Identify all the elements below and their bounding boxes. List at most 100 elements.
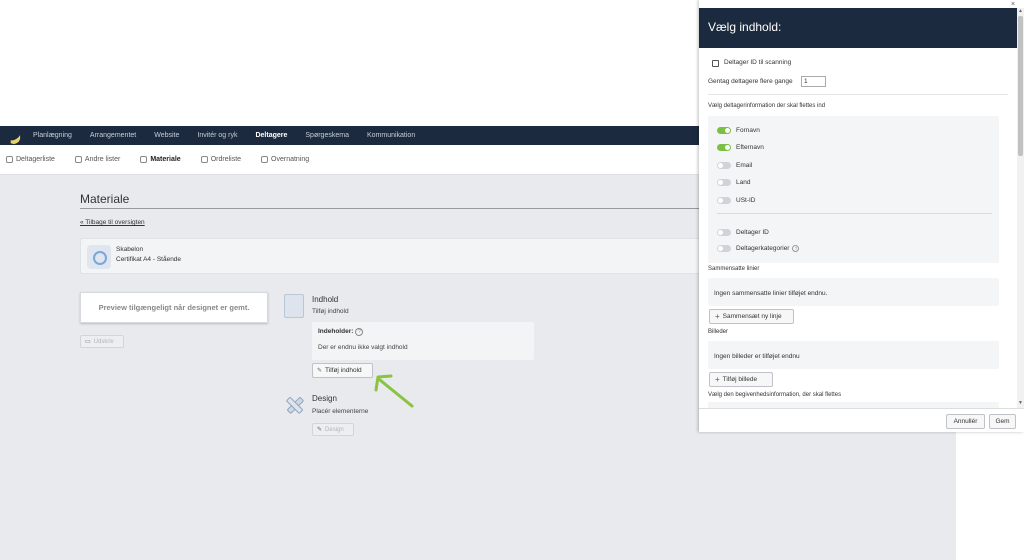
- combine-new-line-button[interactable]: + Sammensæt ny linje: [709, 309, 794, 324]
- plus-icon: +: [715, 312, 720, 321]
- template-box: Skabelon Certifikat A4 - Stående: [80, 238, 700, 274]
- toggle-deltager-id[interactable]: Deltager ID: [717, 226, 769, 238]
- toggle-switch[interactable]: [717, 126, 731, 134]
- nav-arrangementet[interactable]: Arrangementet: [81, 132, 145, 139]
- help-icon[interactable]: ?: [355, 328, 364, 336]
- scroll-down-icon[interactable]: ▼: [1017, 400, 1024, 407]
- template-title: Skabelon: [116, 246, 144, 253]
- nav-website[interactable]: Website: [145, 132, 188, 139]
- add-image-label: Tilføj billede: [722, 376, 758, 383]
- toggle-switch[interactable]: [717, 244, 731, 252]
- toggle-switch[interactable]: [717, 161, 731, 169]
- content-title: Indhold: [312, 295, 339, 304]
- subnav-label: Ordreliste: [210, 156, 242, 163]
- print-button-label: Udskriv: [93, 338, 114, 345]
- toggle-deltagerkategorier[interactable]: Deltagerkategorier?: [717, 242, 800, 254]
- add-content-label: Tilføj indhold: [325, 367, 362, 374]
- document-icon: [200, 156, 208, 163]
- design-title: Design: [312, 394, 337, 403]
- green-arrow-icon: [374, 374, 414, 408]
- print-button[interactable]: ▭ Udskriv: [80, 335, 124, 348]
- images-empty: Ingen billeder er tilføjet endnu: [714, 353, 800, 360]
- panel-divider: [708, 94, 1008, 95]
- subnav-label: Materiale: [150, 156, 181, 163]
- close-icon[interactable]: ×: [1011, 1, 1015, 8]
- select-content-panel: × Vælg indhold: ▲ ▼ Deltager ID til scan…: [699, 0, 1024, 432]
- print-icon: [140, 156, 148, 163]
- toggle-label: Deltager ID: [736, 228, 769, 236]
- toggle-land[interactable]: Land: [717, 176, 750, 188]
- scan-id-checkbox[interactable]: [712, 60, 719, 67]
- toggle-ust-id[interactable]: USt-ID: [717, 194, 756, 206]
- plus-icon: +: [715, 375, 720, 384]
- subnav-label: Overnatning: [271, 156, 310, 163]
- design-tools-icon: [286, 397, 304, 414]
- template-subtitle: Certifikat A4 - Stående: [116, 256, 182, 263]
- toggle-divider: [717, 213, 992, 214]
- toggle-fornavn[interactable]: Fornavn: [717, 124, 760, 136]
- pencil-icon: ✎: [317, 427, 323, 433]
- contains-box: Indeholder:? Der er endnu ikke valgt ind…: [312, 322, 534, 360]
- content-subtitle: Tilføj indhold: [312, 308, 349, 315]
- info-label: Vælg deltagerinformation der skal flette…: [708, 103, 826, 109]
- toggle-label: USt-ID: [736, 196, 756, 204]
- images-label: Billeder: [708, 329, 729, 335]
- panel-title: Vælg indhold:: [708, 20, 782, 34]
- preview-placeholder: Preview tilgængeligt når designet er gem…: [80, 292, 268, 323]
- back-link[interactable]: « Tilbage til oversigten: [80, 219, 145, 226]
- contains-empty-text: Der er endnu ikke valgt indhold: [318, 344, 408, 351]
- cancel-button[interactable]: Annullér: [946, 414, 985, 429]
- repeat-input[interactable]: 1: [801, 76, 826, 87]
- subnav-andre-lister[interactable]: Andre lister: [74, 156, 121, 163]
- combined-lines-label: Sammensatte linier: [708, 266, 760, 272]
- toggle-switch[interactable]: [717, 143, 731, 151]
- help-icon[interactable]: ?: [792, 244, 800, 252]
- pencil-icon: ✎: [317, 368, 323, 374]
- toggle-switch[interactable]: [717, 178, 731, 186]
- nav-deltagere[interactable]: Deltagere: [246, 132, 296, 139]
- toggle-efternavn[interactable]: Efternavn: [717, 141, 764, 153]
- nav-kommunikation[interactable]: Kommunikation: [358, 132, 424, 139]
- subnav-materiale[interactable]: Materiale: [140, 156, 181, 163]
- toggle-label: Deltagerkategorier: [736, 244, 790, 252]
- subnav-label: Deltagerliste: [16, 156, 55, 163]
- combined-lines-empty: Ingen sammensatte linier tilføjet endnu.: [714, 290, 828, 297]
- contains-label-text: Indeholder:: [318, 328, 354, 335]
- people-icon: [6, 156, 13, 163]
- toggle-label: Email: [736, 161, 753, 169]
- toggle-switch[interactable]: [717, 228, 731, 236]
- toggle-label: Efternavn: [736, 143, 764, 151]
- page-title: Materiale: [80, 192, 130, 206]
- toggle-switch[interactable]: [717, 196, 731, 204]
- contains-label: Indeholder:?: [318, 328, 364, 336]
- images-box: Ingen billeder er tilføjet endnu: [708, 341, 999, 369]
- combined-lines-box: Ingen sammensatte linier tilføjet endnu.: [708, 278, 999, 306]
- design-subtitle: Placér elementerne: [312, 408, 369, 415]
- design-button[interactable]: ✎ Design: [312, 423, 354, 436]
- nav-spoergeskema[interactable]: Spørgeskema: [296, 132, 358, 139]
- repeat-label: Gentag deltagere flere gange: [708, 78, 793, 85]
- subnav-ordreliste[interactable]: Ordreliste: [200, 156, 242, 163]
- toggle-label: Fornavn: [736, 126, 760, 134]
- app-logo-icon[interactable]: [0, 126, 24, 145]
- panel-scrollbar[interactable]: ▲ ▼: [1017, 8, 1024, 408]
- subnav-label: Andre lister: [84, 156, 121, 163]
- subnav-overnatning[interactable]: Overnatning: [261, 156, 309, 163]
- subnav-deltagerliste[interactable]: Deltagerliste: [6, 156, 55, 163]
- print-icon: ▭: [85, 339, 91, 345]
- nav-inviter[interactable]: Invitér og ryk: [188, 132, 246, 139]
- scroll-up-icon[interactable]: ▲: [1017, 8, 1024, 15]
- scrollbar-thumb[interactable]: [1018, 16, 1023, 156]
- add-image-button[interactable]: + Tilføj billede: [709, 372, 773, 387]
- panel-header: Vælg indhold:: [699, 8, 1017, 48]
- add-content-button[interactable]: ✎ Tilføj indhold: [312, 363, 373, 378]
- toggle-label: Land: [736, 178, 751, 186]
- nav-planlaegning[interactable]: Planlægning: [24, 132, 81, 139]
- event-info-label: Vælg den begivenhedsinformation, der ska…: [708, 392, 842, 398]
- scan-id-label: Deltager ID til scanning: [724, 59, 792, 66]
- list-icon: [74, 156, 82, 163]
- content-document-icon: [284, 294, 304, 318]
- toggle-email[interactable]: Email: [717, 159, 752, 171]
- design-button-label: Design: [325, 426, 344, 433]
- save-button[interactable]: Gem: [989, 414, 1016, 429]
